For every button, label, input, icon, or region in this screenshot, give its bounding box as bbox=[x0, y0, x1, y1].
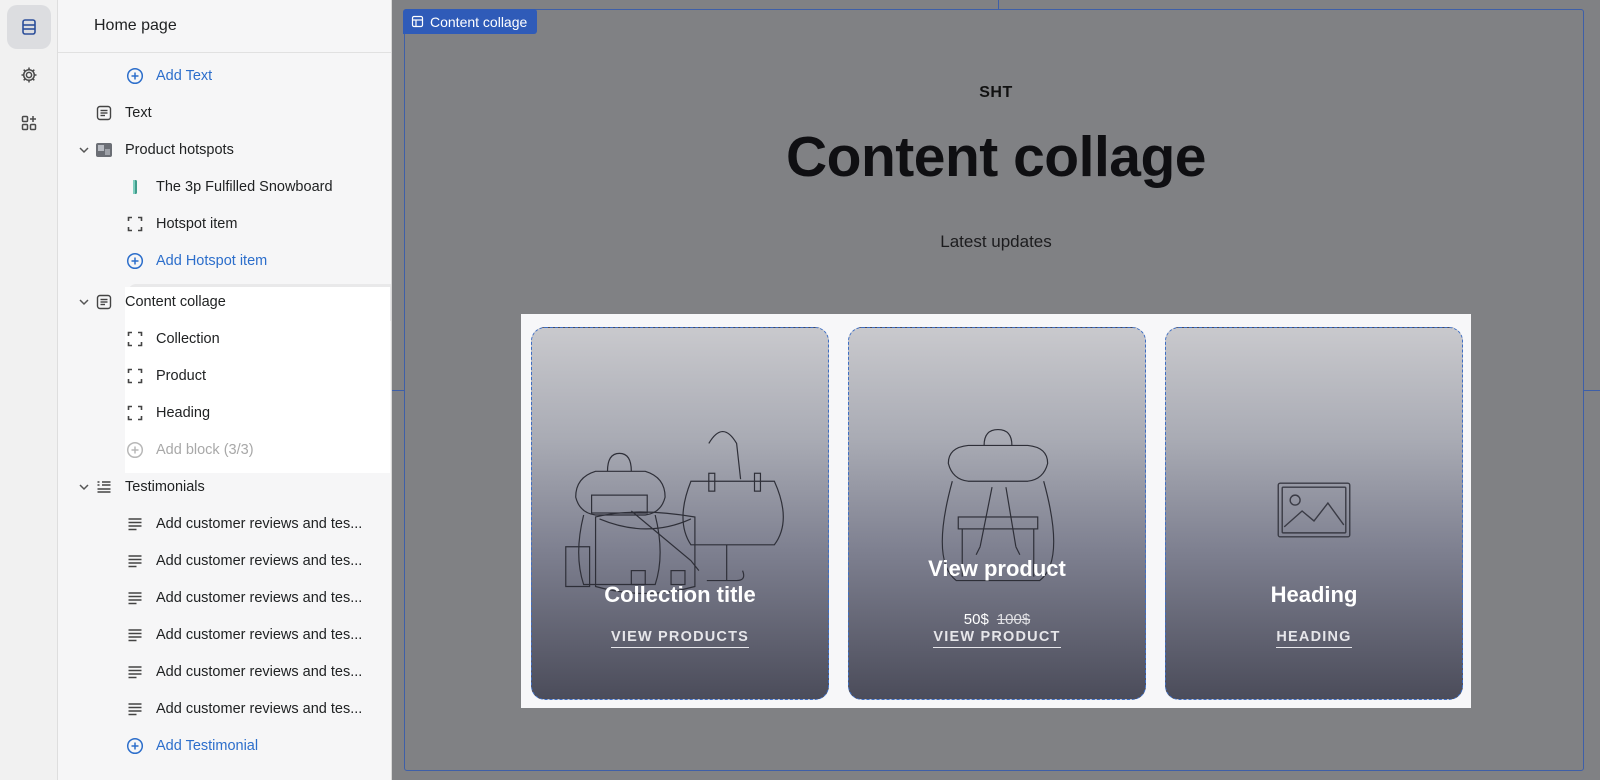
section-content-collage[interactable]: Content collage bbox=[58, 284, 391, 320]
heading-link[interactable]: HEADING bbox=[1276, 629, 1352, 648]
section-product-hotspots[interactable]: Product hotspots bbox=[58, 132, 391, 168]
add-text-label: Add Text bbox=[156, 68, 213, 84]
block-heading-label: Heading bbox=[156, 405, 211, 421]
card-title: Collection title bbox=[604, 582, 756, 607]
gear-icon[interactable] bbox=[7, 53, 51, 97]
section-content-collage-label: Content collage bbox=[125, 294, 226, 310]
add-block-label: Add block (3/3) bbox=[156, 442, 254, 458]
view-products-link[interactable]: VIEW PRODUCTS bbox=[610, 629, 750, 648]
chevron-down-icon[interactable] bbox=[77, 143, 91, 157]
image-thumb-icon bbox=[95, 141, 113, 159]
price-current: 50$ bbox=[963, 611, 989, 628]
section-grid-icon bbox=[411, 15, 424, 28]
collage-grid: Collection title VIEW PRODUCTS View prod… bbox=[521, 314, 1471, 708]
block-testimonial-label: Add customer reviews and tes... bbox=[156, 701, 363, 717]
card-title: View product bbox=[928, 556, 1066, 581]
collage-card-heading[interactable]: Heading HEADING bbox=[1165, 327, 1463, 700]
add-hotspot-button[interactable]: Add Hotspot item bbox=[58, 243, 391, 279]
guide-line bbox=[1584, 390, 1600, 391]
text-lines-icon bbox=[126, 515, 144, 533]
chevron-down-icon[interactable] bbox=[77, 295, 91, 309]
text-lines-icon bbox=[126, 552, 144, 570]
block-testimonial-label: Add customer reviews and tes... bbox=[156, 664, 363, 680]
add-testimonial-label: Add Testimonial bbox=[156, 738, 259, 754]
collage-card-product[interactable]: View product 50$ 100$ VIEW PRODUCT bbox=[848, 327, 1146, 700]
block-collection-label: Collection bbox=[156, 331, 220, 347]
card-title: Heading bbox=[1270, 582, 1358, 607]
section-tag[interactable]: Content collage bbox=[403, 9, 538, 34]
text-lines-icon bbox=[126, 589, 144, 607]
plus-circle-icon bbox=[126, 441, 144, 459]
text-block-icon bbox=[95, 293, 113, 311]
guide-line bbox=[392, 390, 404, 391]
section-text[interactable]: Text bbox=[58, 95, 391, 131]
sections-icon[interactable] bbox=[7, 5, 51, 49]
apps-icon[interactable] bbox=[7, 101, 51, 145]
block-product[interactable]: Product bbox=[58, 358, 391, 394]
page-title: Home page bbox=[94, 17, 177, 34]
section-testimonials[interactable]: Testimonials bbox=[58, 469, 391, 505]
sidebar-header: Home page bbox=[58, 0, 391, 53]
plus-circle-icon bbox=[126, 252, 144, 270]
section-eyebrow: SHT bbox=[979, 84, 1013, 101]
block-testimonial-label: Add customer reviews and tes... bbox=[156, 553, 363, 569]
section-subheading: Latest updates bbox=[940, 232, 1052, 251]
section-heading: Content collage bbox=[785, 125, 1207, 189]
block-snowboard[interactable]: The 3p Fulfilled Snowboard bbox=[58, 169, 391, 205]
product-thumb-icon bbox=[126, 178, 144, 196]
text-block-icon bbox=[95, 104, 113, 122]
add-block-button[interactable]: Add block (3/3) bbox=[58, 432, 391, 468]
section-testimonials-label: Testimonials bbox=[125, 479, 205, 495]
section-product-hotspots-label: Product hotspots bbox=[125, 142, 234, 158]
block-testimonial-label: Add customer reviews and tes... bbox=[156, 627, 363, 643]
text-lines-icon bbox=[126, 663, 144, 681]
block-product-label: Product bbox=[156, 368, 206, 384]
block-frame-icon bbox=[126, 404, 144, 422]
price-compare: 100$ bbox=[996, 611, 1031, 628]
product-price: 50$ 100$ bbox=[849, 611, 1145, 628]
card-link[interactable]: VIEW PRODUCTS bbox=[532, 628, 828, 648]
block-testimonial-2[interactable]: Add customer reviews and tes... bbox=[58, 543, 391, 579]
plus-circle-icon bbox=[126, 737, 144, 755]
chevron-down-icon[interactable] bbox=[77, 480, 91, 494]
block-testimonial-label: Add customer reviews and tes... bbox=[156, 516, 363, 532]
collage-card-collection[interactable]: Collection title VIEW PRODUCTS bbox=[531, 327, 829, 700]
add-hotspot-label: Add Hotspot item bbox=[156, 253, 268, 269]
plus-circle-icon bbox=[126, 67, 144, 85]
block-testimonial-1[interactable]: Add customer reviews and tes... bbox=[58, 506, 391, 542]
view-product-link[interactable]: VIEW PRODUCT bbox=[933, 629, 1061, 648]
text-lines-icon bbox=[126, 626, 144, 644]
block-testimonial-5[interactable]: Add customer reviews and tes... bbox=[58, 654, 391, 690]
block-testimonial-4[interactable]: Add customer reviews and tes... bbox=[58, 617, 391, 653]
add-text-button[interactable]: Add Text bbox=[58, 58, 391, 94]
block-testimonial-label: Add customer reviews and tes... bbox=[156, 590, 363, 606]
add-testimonial-button[interactable]: Add Testimonial bbox=[58, 728, 391, 764]
section-tag-label: Content collage bbox=[430, 13, 528, 30]
block-frame-icon bbox=[126, 367, 144, 385]
block-collection[interactable]: Collection bbox=[58, 321, 391, 357]
block-heading[interactable]: Heading bbox=[58, 395, 391, 431]
block-testimonial-6[interactable]: Add customer reviews and tes... bbox=[58, 691, 391, 727]
guide-line bbox=[998, 0, 999, 9]
icon-rail bbox=[0, 0, 58, 780]
block-hotspot-item-label: Hotspot item bbox=[156, 216, 238, 232]
block-frame-icon bbox=[126, 330, 144, 348]
testimonial-icon bbox=[95, 478, 113, 496]
card-link[interactable]: VIEW PRODUCT bbox=[849, 628, 1145, 648]
text-lines-icon bbox=[126, 700, 144, 718]
block-frame-icon bbox=[126, 215, 144, 233]
preview-canvas: Content collage SHT Content collage Late… bbox=[392, 0, 1600, 780]
block-testimonial-3[interactable]: Add customer reviews and tes... bbox=[58, 580, 391, 616]
block-snowboard-label: The 3p Fulfilled Snowboard bbox=[156, 179, 333, 195]
sections-sidebar: Home page Add Text Text Product hotspots… bbox=[58, 0, 392, 780]
card-link[interactable]: HEADING bbox=[1166, 628, 1462, 648]
section-text-label: Text bbox=[125, 105, 152, 121]
block-hotspot-item[interactable]: Hotspot item bbox=[58, 206, 391, 242]
